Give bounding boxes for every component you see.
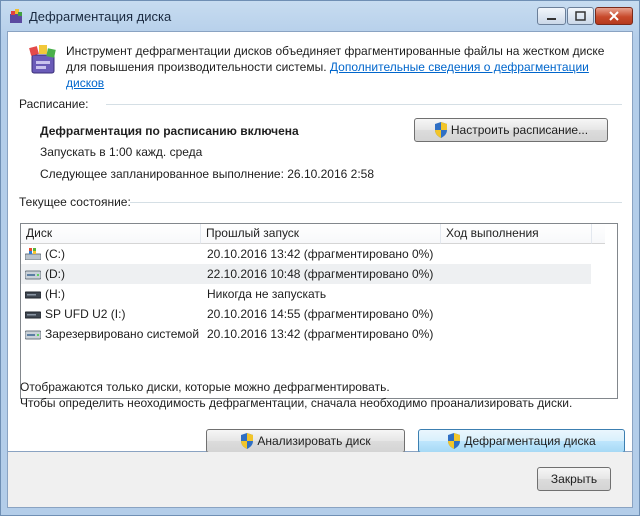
disk-row[interactable]: (H:) Никогда не запускать	[21, 284, 591, 304]
maximize-button[interactable]	[567, 7, 594, 25]
disk-row[interactable]: (D:) 22.10.2016 10:48 (фрагментировано 0…	[21, 264, 591, 284]
disk-name: (H:)	[45, 287, 65, 301]
disk-list-header: Диск Прошлый запуск Ход выполнения	[21, 224, 605, 244]
uac-shield-icon	[434, 122, 447, 138]
disk-last-run: 22.10.2016 10:48 (фрагментировано 0%)	[207, 267, 434, 281]
minimize-button[interactable]	[537, 7, 566, 25]
defragment-disk-label: Дефрагментация диска	[464, 434, 596, 448]
uac-shield-icon	[241, 433, 254, 449]
windows-drive-icon	[25, 248, 41, 260]
dialog-footer: Закрыть	[7, 452, 633, 508]
removable-drive-icon	[25, 311, 41, 319]
analyze-disk-button[interactable]: Анализировать диск	[206, 429, 405, 453]
configure-schedule-label: Настроить расписание...	[450, 123, 589, 137]
uac-shield-icon	[448, 433, 461, 449]
disk-defragmenter-icon	[29, 45, 56, 74]
schedule-next-run: Следующее запланированное выполнение: 26…	[40, 167, 375, 181]
close-window-button[interactable]	[595, 7, 633, 25]
defrag-app-icon	[10, 9, 22, 23]
minimize-icon	[547, 18, 556, 20]
column-header-filler	[592, 224, 605, 244]
column-header-progress[interactable]: Ход выполнения	[441, 224, 592, 244]
schedule-label: Расписание:	[19, 97, 89, 111]
schedule-status: Дефрагментация по расписанию включена	[40, 124, 299, 138]
title-bar[interactable]: Дефрагментация диска	[1, 1, 639, 31]
disk-last-run: 20.10.2016 13:42 (фрагментировано 0%)	[207, 327, 434, 341]
disk-list[interactable]: Диск Прошлый запуск Ход выполнения (C:) …	[20, 223, 618, 399]
close-button[interactable]: Закрыть	[537, 467, 611, 491]
info-note-line-1: Отображаются только диски, которые можно…	[20, 380, 390, 394]
info-note-line-2: Чтобы определить неоходимость дефрагмент…	[20, 396, 573, 410]
schedule-divider	[106, 104, 622, 105]
disk-row[interactable]: SP UFD U2 (I:) 20.10.2016 14:55 (фрагмен…	[21, 304, 591, 324]
hard-drive-icon	[25, 270, 41, 280]
disk-last-run: 20.10.2016 14:55 (фрагментировано 0%)	[207, 307, 434, 321]
close-button-label: Закрыть	[550, 472, 598, 486]
hard-drive-icon	[25, 330, 41, 340]
disk-last-run: Никогда не запускать	[207, 287, 327, 301]
current-status-label: Текущее состояние:	[19, 195, 131, 209]
info-note: Отображаются только диски, которые можно…	[20, 379, 572, 411]
analyze-disk-label: Анализировать диск	[257, 434, 371, 448]
removable-drive-icon	[25, 291, 41, 299]
column-header-last-run[interactable]: Прошлый запуск	[201, 224, 441, 244]
schedule-run-time: Запускать в 1:00 кажд. среда	[40, 145, 203, 159]
main-panel: Инструмент дефрагментации дисков объедин…	[7, 31, 633, 453]
maximize-icon	[575, 11, 586, 21]
disk-name: (C:)	[45, 247, 65, 261]
current-status-divider	[130, 202, 622, 203]
disk-last-run: 20.10.2016 13:42 (фрагментировано 0%)	[207, 247, 434, 261]
defragment-disk-button[interactable]: Дефрагментация диска	[418, 429, 625, 453]
configure-schedule-button[interactable]: Настроить расписание...	[414, 118, 608, 142]
disk-row[interactable]: (C:) 20.10.2016 13:42 (фрагментировано 0…	[21, 244, 591, 264]
window-title: Дефрагментация диска	[29, 9, 172, 24]
close-icon	[609, 11, 619, 21]
disk-name: (D:)	[45, 267, 65, 281]
defrag-window: Дефрагментация диска Инструмент дефрагме…	[0, 0, 640, 516]
disk-name: SP UFD U2 (I:)	[45, 307, 126, 321]
column-header-disk[interactable]: Диск	[21, 224, 201, 244]
disk-name: Зарезервировано системой	[45, 327, 200, 341]
intro-text: Инструмент дефрагментации дисков объедин…	[66, 43, 626, 91]
disk-row[interactable]: Зарезервировано системой 20.10.2016 13:4…	[21, 324, 591, 344]
